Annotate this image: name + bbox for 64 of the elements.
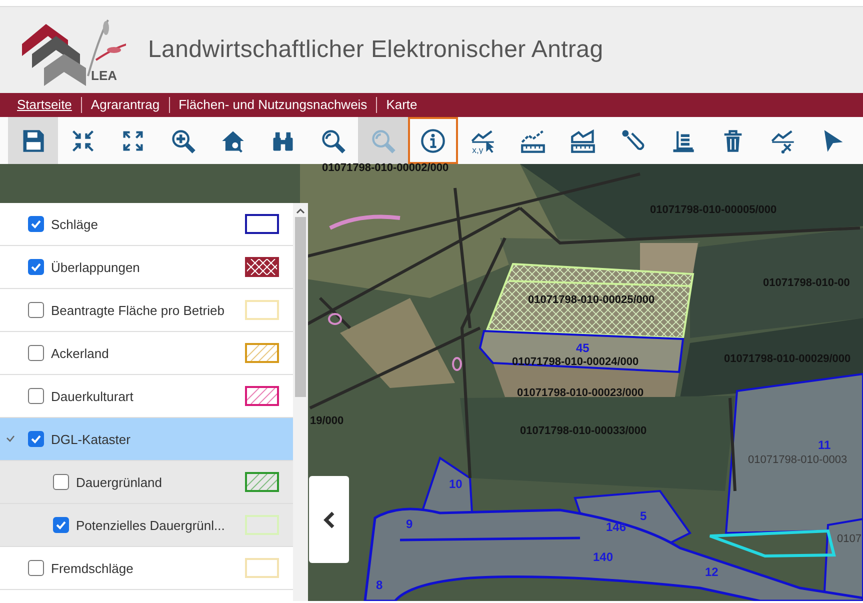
parcel-id: 19/000 [310, 415, 344, 427]
checkbox[interactable] [28, 388, 44, 404]
layer-label: Dauergrünland [76, 474, 162, 490]
field-number: 140 [593, 550, 614, 564]
save-button[interactable] [8, 117, 58, 164]
checkbox[interactable] [28, 302, 44, 318]
layer-label: Schläge [51, 216, 98, 232]
nav-link[interactable]: Flächen- und Nutzungsnachweis [168, 97, 376, 113]
ruler-line-icon [520, 128, 546, 154]
layer-label: Beantragte Fläche pro Betrieb [51, 302, 224, 318]
layer-label: Potenzielles Dauergrünl... [76, 518, 225, 532]
parcel-id: 01071798-010-00002/000 [322, 162, 449, 174]
checkmark-icon [30, 218, 42, 230]
layer-label: Überlappungen [51, 260, 140, 274]
field-number: 10 [449, 477, 462, 491]
layer-row[interactable]: DGL-Kataster [0, 418, 293, 461]
scissors-icon [770, 128, 796, 154]
scrollbar-thumb[interactable] [295, 217, 306, 397]
field-number: 5 [640, 509, 647, 523]
info-icon [420, 128, 446, 154]
field-number: 12 [705, 565, 718, 579]
parcel-id: 01071798-010-00024/000 [512, 356, 639, 368]
checkmark-icon [30, 433, 42, 445]
collapse-panel-button[interactable] [309, 476, 349, 563]
field-number: 11 [818, 438, 831, 452]
magnifier-icon [320, 128, 346, 154]
checkbox[interactable] [28, 345, 44, 361]
scrollbar[interactable] [293, 203, 308, 601]
parcel-id: 01071798-010-00 [763, 277, 850, 289]
layer-row[interactable]: Potenzielles Dauergrünl... [0, 504, 293, 547]
layer-label: Ackerland [51, 346, 109, 360]
ruler-area-icon [570, 128, 596, 154]
parcel-id: 01071798-010-00023/000 [517, 387, 644, 399]
checkbox[interactable] [28, 560, 44, 576]
field-number: 45 [576, 341, 590, 355]
inward-arrows-icon [70, 128, 96, 154]
parcel-id: 01071798-010-00033/000 [520, 425, 647, 437]
checkbox[interactable] [28, 216, 44, 232]
nav-link[interactable]: Agrarantrag [80, 97, 169, 113]
parcel-id: 01071798-010-0003 [748, 454, 848, 466]
scroll-up-icon[interactable] [296, 208, 305, 214]
parcel-id: 0107 [837, 533, 862, 545]
checkmark-icon [30, 261, 42, 273]
chevron-down-icon[interactable] [6, 435, 15, 443]
field-number: 8 [376, 578, 383, 592]
zoom-in-icon [170, 128, 196, 154]
layer-row[interactable]: Dauergrünland [0, 461, 293, 504]
field-number: 9 [406, 517, 413, 531]
field-number: 146 [606, 520, 626, 534]
chevron-left-icon [323, 510, 335, 528]
magnifier-icon [370, 128, 396, 154]
checkbox[interactable] [28, 431, 44, 447]
app-title: Landwirtschaftlicher Elektronischer Antrag [148, 36, 604, 64]
info-button[interactable] [408, 117, 458, 164]
layer-label: DGL-Kataster [51, 432, 130, 446]
nav-link[interactable]: Karte [376, 97, 426, 113]
checkmark-icon [55, 519, 67, 531]
checkbox[interactable] [53, 474, 69, 490]
checkbox[interactable] [53, 517, 69, 533]
layer-label: Dauerkulturart [51, 388, 134, 404]
logo-text: LEA [91, 68, 117, 83]
layer-label: Fremdschläge [51, 560, 134, 576]
nav-link[interactable]: Startseite [17, 97, 81, 113]
checkbox[interactable] [28, 259, 44, 275]
